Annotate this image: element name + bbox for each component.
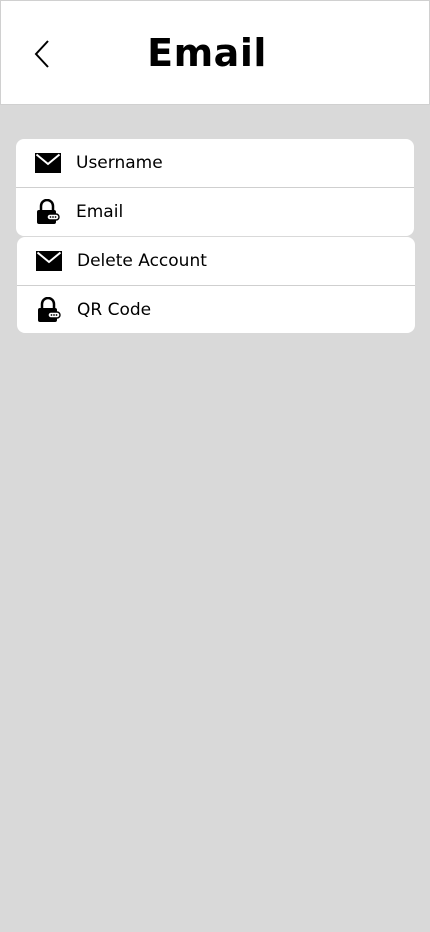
list-item-qr-code[interactable]: QR Code (17, 285, 415, 333)
envelope-icon (35, 150, 61, 176)
settings-group-account: Username Email (16, 139, 414, 236)
list-item-delete-account[interactable]: Delete Account (17, 237, 415, 285)
list-item-label: Email (76, 202, 124, 222)
lock-icon (35, 199, 61, 225)
header-bar: Email (0, 0, 430, 105)
list-item-label: Delete Account (77, 251, 207, 271)
list-item-label: QR Code (77, 300, 152, 320)
list-item-username[interactable]: Username (16, 139, 414, 187)
page-title: Email (147, 31, 267, 75)
list-item-email[interactable]: Email (16, 187, 414, 236)
lock-icon (36, 297, 62, 323)
envelope-icon (36, 248, 62, 274)
list-item-label: Username (76, 153, 163, 173)
settings-group-danger: Delete Account QR Code (17, 237, 415, 333)
